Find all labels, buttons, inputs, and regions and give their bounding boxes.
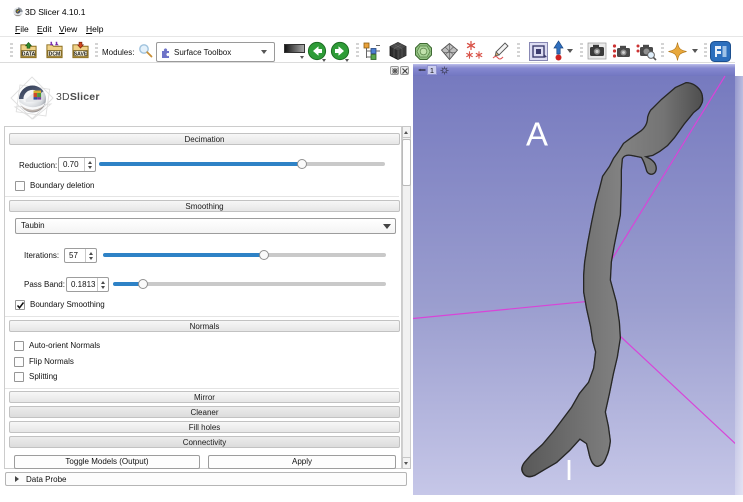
svg-text:DATA: DATA — [22, 51, 36, 57]
svg-text:I: I — [565, 455, 573, 487]
svg-text:A: A — [526, 116, 548, 153]
svg-text:SAVE: SAVE — [74, 51, 88, 57]
svg-text:DCM: DCM — [49, 51, 61, 57]
